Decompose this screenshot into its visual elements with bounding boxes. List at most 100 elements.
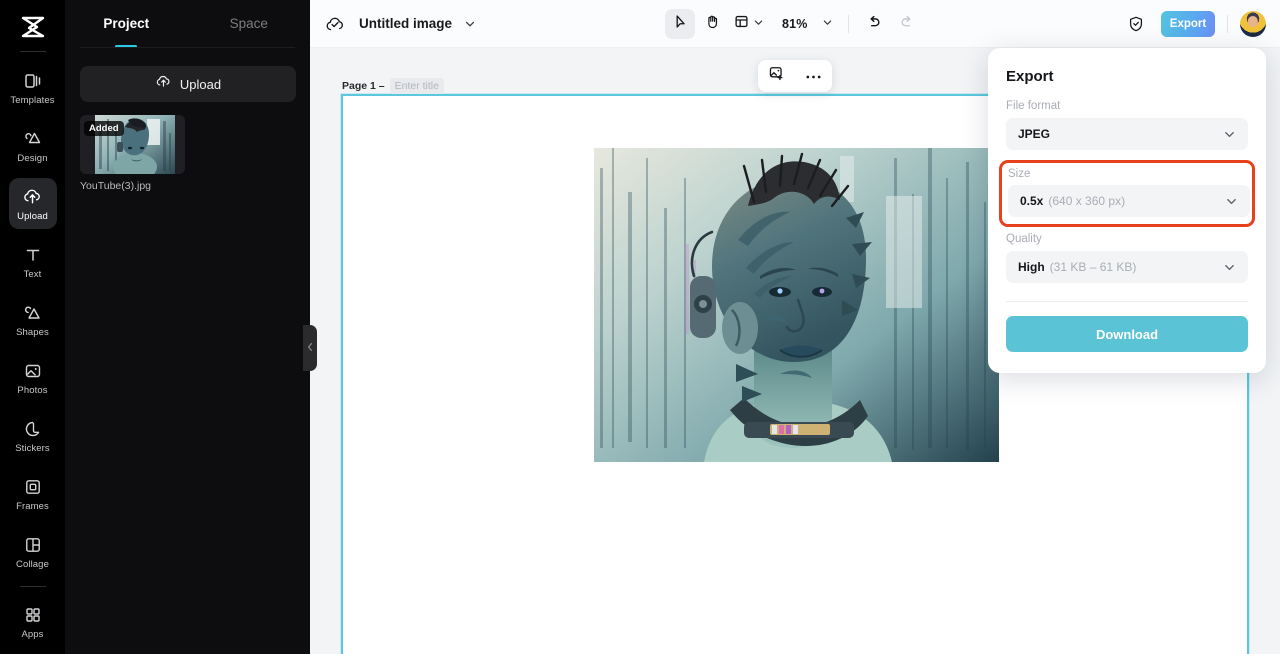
sidebar-item-frames[interactable]: Frames [9, 468, 57, 519]
left-icon-rail: Templates Design Upload Text Shapes Phot… [0, 0, 65, 654]
avatar[interactable] [1240, 10, 1266, 37]
add-image-button[interactable] [764, 63, 790, 89]
select-tool-button[interactable] [665, 8, 695, 39]
page-number-label: Page 1 – [342, 80, 385, 92]
rail-divider-bottom [19, 586, 46, 588]
download-button[interactable]: Download [1006, 316, 1248, 352]
hand-tool-button[interactable] [697, 9, 727, 39]
text-icon [22, 244, 44, 266]
list-item[interactable]: Added YouTube(3).jpg [80, 115, 185, 192]
sidebar-item-upload[interactable]: Upload [8, 178, 57, 230]
sidebar-item-photos[interactable]: Photos [9, 352, 57, 403]
zoom-control[interactable]: 81% [778, 9, 837, 39]
tabs-divider [80, 47, 295, 48]
templates-icon [22, 70, 44, 92]
sidebar-item-templates[interactable]: Templates [9, 62, 57, 113]
tab-project[interactable]: Project [65, 0, 188, 46]
toolbar-right-group: Export [1121, 9, 1266, 39]
upload-button-label: Upload [179, 76, 222, 92]
toolbar-divider [1227, 14, 1228, 33]
size-select[interactable]: 0.5x (640 x 360 px) [1008, 185, 1250, 217]
file-format-value: JPEG [1018, 127, 1051, 141]
file-format-select[interactable]: JPEG [1006, 118, 1248, 150]
chevron-left-icon [306, 339, 314, 357]
layout-panel-icon [733, 13, 750, 35]
sidebar-item-apps[interactable]: Apps [9, 596, 57, 647]
canvas-float-toolbar [758, 60, 832, 92]
quality-select[interactable]: High (31 KB – 61 KB) [1006, 251, 1248, 283]
shield-check-icon[interactable] [1121, 9, 1151, 39]
panel-collapse-handle[interactable] [303, 325, 317, 371]
asset-thumbnail[interactable]: Added [80, 115, 185, 174]
sidebar-item-label: Templates [10, 94, 55, 106]
sidebar-item-label: Upload [17, 210, 48, 222]
document-title[interactable]: Untitled image [359, 16, 452, 31]
stickers-icon [22, 418, 44, 440]
redo-arrow-icon [898, 13, 915, 35]
photos-icon [22, 360, 44, 382]
more-options-button[interactable] [801, 63, 827, 89]
quality-label: Quality [1006, 233, 1042, 245]
chevron-down-icon [1223, 128, 1236, 141]
page-title-row: Page 1 – Enter title [342, 78, 444, 94]
sidebar-item-text[interactable]: Text [9, 236, 57, 287]
size-value: 0.5x [1020, 194, 1044, 208]
export-button[interactable]: Export [1161, 10, 1215, 37]
size-label: Size [1008, 168, 1031, 180]
export-panel: Export File format JPEG Size 0.5x (640 x… [988, 48, 1266, 373]
toolbar-center-tools: 81% [665, 8, 922, 39]
tab-space[interactable]: Space [188, 0, 311, 46]
upload-cloud-icon [22, 186, 44, 208]
sidebar-item-label: Text [23, 268, 42, 280]
sidebar-item-label: Collage [16, 558, 49, 570]
asset-filename: YouTube(3).jpg [80, 180, 152, 192]
sidebar-item-label: Apps [21, 628, 44, 640]
sidebar-item-collage[interactable]: Collage [9, 526, 57, 577]
file-format-label: File format [1006, 100, 1061, 112]
redo-button[interactable] [892, 9, 922, 39]
sidebar-item-design[interactable]: Design [9, 120, 57, 171]
top-toolbar: Untitled image 81% Export [310, 0, 1280, 48]
layout-tool-button[interactable] [729, 9, 768, 39]
cursor-arrow-icon [672, 13, 689, 35]
size-detail: (640 x 360 px) [1048, 194, 1126, 208]
canvas-image-element[interactable] [594, 148, 999, 462]
ellipsis-icon [805, 67, 822, 85]
upload-button[interactable]: Upload [80, 66, 296, 102]
shapes-icon [22, 302, 44, 324]
chevron-down-icon [1225, 195, 1238, 208]
asset-list: Added YouTube(3).jpg [80, 115, 296, 192]
sidebar-item-label: Frames [16, 500, 49, 512]
app-root: Templates Design Upload Text Shapes Phot… [0, 0, 1280, 654]
add-image-icon [768, 65, 785, 87]
collage-icon [22, 534, 44, 556]
apps-grid-icon [22, 604, 44, 626]
zoom-level-value: 81% [782, 16, 808, 31]
capcut-logo-icon[interactable] [11, 10, 55, 43]
sidebar-item-label: Stickers [15, 442, 50, 454]
toolbar-divider [847, 14, 849, 33]
chevron-down-icon [753, 15, 764, 33]
sidebar-item-shapes[interactable]: Shapes [9, 294, 57, 345]
export-panel-title: Export [1006, 68, 1054, 85]
page-title-input[interactable]: Enter title [389, 78, 444, 94]
undo-button[interactable] [860, 9, 890, 39]
file-format-field: File format JPEG [1006, 100, 1248, 150]
cloud-saved-icon[interactable] [324, 15, 346, 33]
quality-detail: (31 KB – 61 KB) [1049, 260, 1137, 274]
size-field: Size 0.5x (640 x 360 px) [999, 160, 1255, 227]
upload-panel: Project Space Upload Added YouTube(3).jp… [65, 0, 310, 654]
panel-tabs: Project Space [65, 0, 310, 46]
frames-icon [22, 476, 44, 498]
quality-field: Quality High (31 KB – 61 KB) [1006, 233, 1248, 283]
design-icon [22, 128, 44, 150]
hand-icon [704, 13, 721, 35]
export-divider [1006, 301, 1248, 302]
chevron-down-icon[interactable] [464, 18, 476, 30]
status-badge: Added [84, 121, 124, 136]
sidebar-item-label: Shapes [16, 326, 49, 338]
sidebar-item-label: Photos [17, 384, 48, 396]
sidebar-item-stickers[interactable]: Stickers [9, 410, 57, 461]
rail-divider-top [19, 51, 46, 53]
chevron-down-icon [1223, 261, 1236, 274]
